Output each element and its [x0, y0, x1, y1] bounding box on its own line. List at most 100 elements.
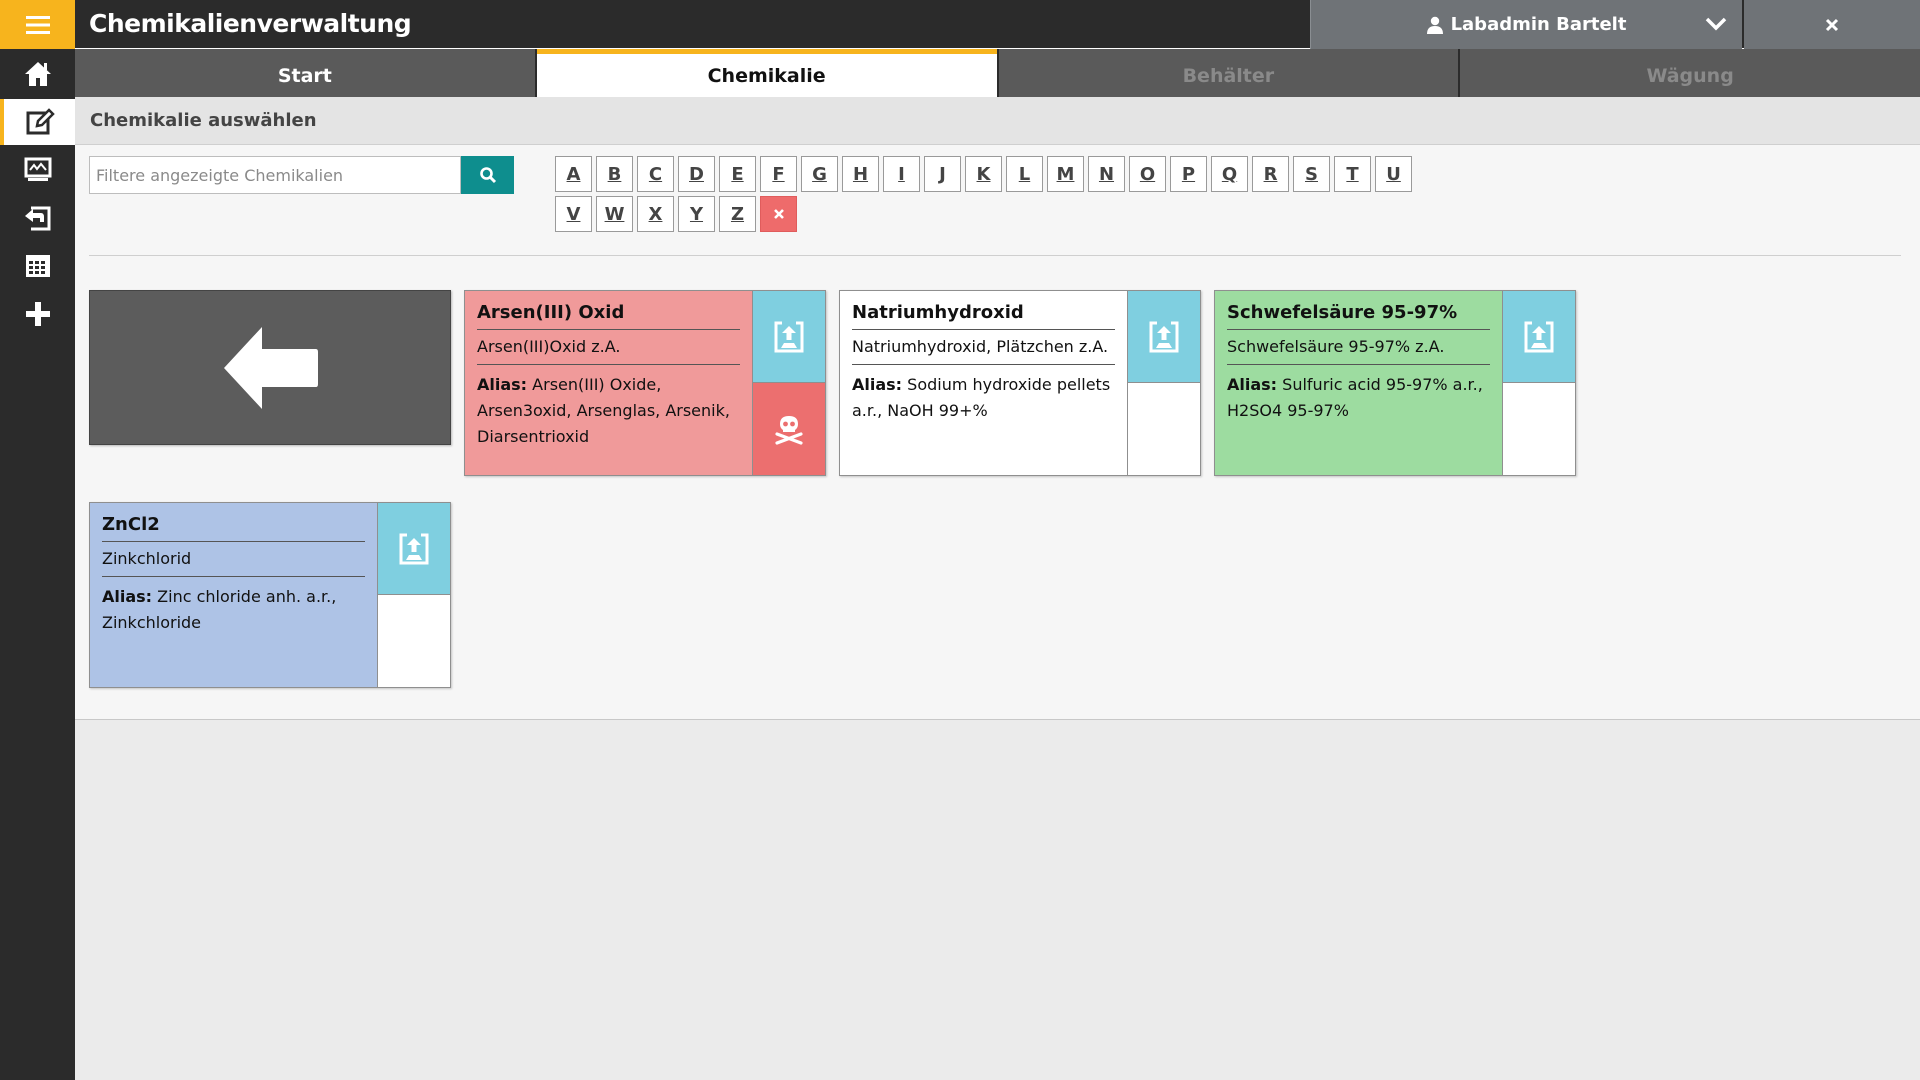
user-icon: [1426, 16, 1443, 34]
letter-button-r[interactable]: R: [1252, 156, 1289, 192]
letter-button-p[interactable]: P: [1170, 156, 1207, 192]
chemical-card-body[interactable]: Schwefelsäure 95-97% Schwefelsäure 95-97…: [1215, 291, 1503, 475]
chemical-subtitle: Arsen(III)Oxid z.A.: [477, 330, 740, 365]
alias-label: Alias:: [852, 375, 903, 394]
upload-icon: [1524, 321, 1554, 352]
clear-filter-button[interactable]: [760, 196, 797, 232]
chemical-alias: Alias: Zinc chloride anh. a.r., Zinkchlo…: [102, 577, 365, 636]
chemical-card-actions: [1503, 291, 1575, 475]
hazard-badge: [753, 383, 825, 475]
search-button[interactable]: [461, 156, 514, 194]
chemical-card-actions: [378, 503, 450, 687]
letter-button-o[interactable]: O: [1129, 156, 1166, 192]
monitor-icon: [24, 157, 51, 181]
letter-button-l[interactable]: L: [1006, 156, 1043, 192]
letter-button-s[interactable]: S: [1293, 156, 1330, 192]
upload-button[interactable]: [753, 291, 825, 383]
letter-button-w[interactable]: W: [596, 196, 633, 232]
chemical-card[interactable]: Schwefelsäure 95-97% Schwefelsäure 95-97…: [1214, 290, 1576, 476]
chemical-alias: Alias: Arsen(III) Oxide, Arsen3oxid, Ars…: [477, 365, 740, 450]
letter-button-x[interactable]: X: [637, 196, 674, 232]
tab-chemikalie-label: Chemikalie: [707, 64, 826, 87]
search-bar: [89, 156, 514, 194]
chemical-card-body[interactable]: Arsen(III) Oxid Arsen(III)Oxid z.A. Alia…: [465, 291, 753, 475]
sidebar-item-add[interactable]: [0, 291, 75, 337]
chemical-name: Arsen(III) Oxid: [477, 302, 740, 330]
tab-chemikalie[interactable]: Chemikalie: [536, 49, 997, 97]
chemical-subtitle: Natriumhydroxid, Plätzchen z.A.: [852, 330, 1115, 365]
sidebar-item-calendar[interactable]: [0, 243, 75, 289]
letter-button-z[interactable]: Z: [719, 196, 756, 232]
hazard-placeholder: [1503, 383, 1575, 475]
letter-button-t[interactable]: T: [1334, 156, 1371, 192]
chemical-card-body[interactable]: ZnCl2 Zinkchlorid Alias: Zinc chloride a…: [90, 503, 378, 687]
chemical-card[interactable]: Natriumhydroxid Natriumhydroxid, Plätzch…: [839, 290, 1201, 476]
tab-start-label: Start: [277, 64, 332, 87]
letter-button-h[interactable]: H: [842, 156, 879, 192]
sidebar-item-monitor[interactable]: [0, 147, 75, 193]
plus-icon: [25, 302, 50, 326]
tab-waegung[interactable]: Wägung: [1460, 49, 1920, 97]
letter-button-a[interactable]: A: [555, 156, 592, 192]
tab-behaelter[interactable]: Behälter: [998, 49, 1459, 97]
chemical-card-actions: [753, 291, 825, 475]
tab-bar: Start Chemikalie Behälter Wägung: [75, 49, 1920, 97]
upload-icon: [399, 533, 429, 564]
letter-button-y[interactable]: Y: [678, 196, 715, 232]
letter-row-1: A B C D E F G H I J K L M N O P Q R S T …: [555, 156, 1515, 192]
chemical-subtitle: Schwefelsäure 95-97% z.A.: [1227, 330, 1490, 365]
hamburger-icon: [25, 15, 50, 34]
upload-button[interactable]: [378, 503, 450, 595]
user-name: Labadmin Bartelt: [1450, 14, 1627, 35]
letter-button-e[interactable]: E: [719, 156, 756, 192]
letter-button-n[interactable]: N: [1088, 156, 1125, 192]
upload-button[interactable]: [1503, 291, 1575, 383]
search-input[interactable]: [89, 156, 461, 194]
chemical-alias: Alias: Sodium hydroxide pellets a.r., Na…: [852, 365, 1115, 424]
user-label-wrap: Labadmin Bartelt: [1311, 0, 1742, 49]
letter-button-q[interactable]: Q: [1211, 156, 1248, 192]
sidebar-item-return[interactable]: [0, 195, 75, 241]
sidebar-item-edit[interactable]: [0, 99, 75, 145]
tab-waegung-label: Wägung: [1646, 64, 1734, 87]
menu-button[interactable]: [0, 0, 75, 49]
letter-button-b[interactable]: B: [596, 156, 633, 192]
header: Chemikalienverwaltung Labadmin Bartelt: [75, 0, 1920, 49]
close-button[interactable]: [1744, 0, 1920, 49]
upload-button[interactable]: [1128, 291, 1200, 383]
skull-crossbones-icon: [775, 416, 803, 445]
alias-label: Alias:: [102, 587, 153, 606]
letter-row-2: V W X Y Z: [555, 196, 1515, 232]
letter-button-d[interactable]: D: [678, 156, 715, 192]
letter-button-k[interactable]: K: [965, 156, 1002, 192]
chemical-card[interactable]: Arsen(III) Oxid Arsen(III)Oxid z.A. Alia…: [464, 290, 826, 476]
letter-button-c[interactable]: C: [637, 156, 674, 192]
user-menu-button[interactable]: Labadmin Bartelt: [1310, 0, 1742, 49]
calendar-grid-icon: [25, 255, 50, 277]
letter-button-m[interactable]: M: [1047, 156, 1084, 192]
close-icon: [773, 209, 784, 219]
chemical-name: Schwefelsäure 95-97%: [1227, 302, 1490, 330]
chevron-down-icon: [1705, 17, 1727, 31]
letter-button-j[interactable]: J: [924, 156, 961, 192]
chemical-card-body[interactable]: Natriumhydroxid Natriumhydroxid, Plätzch…: [840, 291, 1128, 475]
upload-icon: [774, 321, 804, 352]
return-icon: [24, 206, 50, 231]
letter-button-f[interactable]: F: [760, 156, 797, 192]
letter-button-v[interactable]: V: [555, 196, 592, 232]
home-icon: [24, 62, 51, 86]
arrow-left-icon: [224, 326, 318, 409]
letter-button-i[interactable]: I: [883, 156, 920, 192]
letter-button-u[interactable]: U: [1375, 156, 1412, 192]
chemical-name: ZnCl2: [102, 514, 365, 542]
search-icon: [479, 167, 496, 184]
chemical-card[interactable]: ZnCl2 Zinkchlorid Alias: Zinc chloride a…: [89, 502, 451, 688]
letter-button-g[interactable]: G: [801, 156, 838, 192]
alias-label: Alias:: [1227, 375, 1278, 394]
tab-start[interactable]: Start: [75, 49, 535, 97]
back-button[interactable]: [89, 290, 451, 445]
divider: [89, 255, 1901, 256]
app-title: Chemikalienverwaltung: [89, 9, 412, 38]
sidebar-item-home[interactable]: [0, 51, 75, 97]
section-title: Chemikalie auswählen: [75, 97, 1920, 145]
